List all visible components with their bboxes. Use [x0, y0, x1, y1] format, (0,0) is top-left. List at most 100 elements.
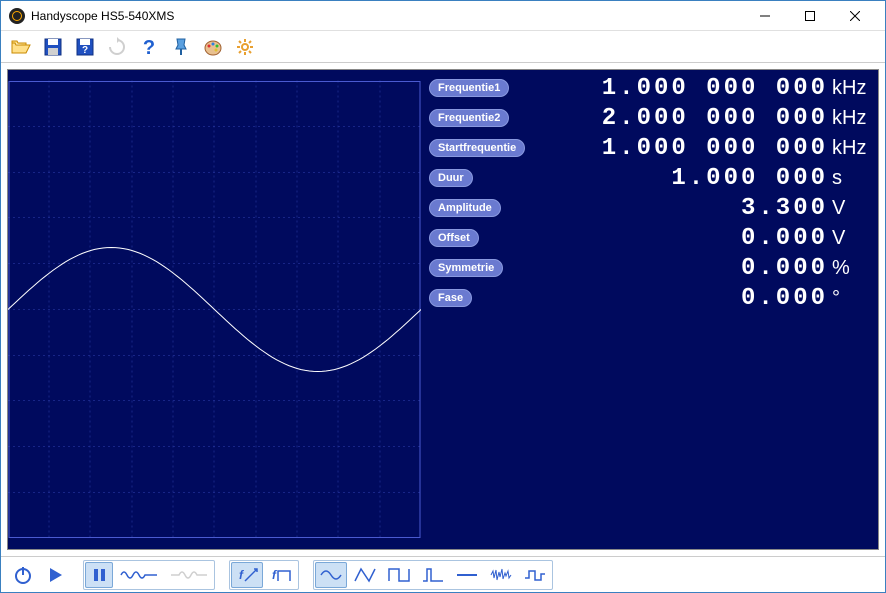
param-value-offset[interactable]: 0.000	[479, 225, 828, 252]
maximize-button[interactable]	[787, 2, 832, 30]
wave-pulse-button[interactable]	[417, 562, 449, 588]
wave-arb-button[interactable]	[519, 562, 551, 588]
svg-text:?: ?	[143, 37, 155, 57]
mode-fshift-icon: f	[269, 565, 293, 585]
gear-icon	[235, 37, 255, 57]
save-button[interactable]	[39, 33, 67, 61]
triangle-icon	[353, 566, 377, 584]
param-label-fase[interactable]: Fase	[429, 289, 472, 307]
folder-open-icon	[10, 37, 32, 57]
window-title: Handyscope HS5-540XMS	[31, 9, 742, 23]
param-offset: Offset 0.000 V	[429, 226, 870, 250]
param-value-symmetrie[interactable]: 0.000	[503, 255, 828, 282]
open-button[interactable]	[7, 33, 35, 61]
waveform-group	[313, 560, 553, 590]
param-duur: Duur 1.000 000 s	[429, 166, 870, 190]
palette-icon	[203, 37, 223, 57]
noise-icon	[489, 566, 513, 584]
top-toolbar: ? ?	[1, 31, 885, 63]
floppy-question-icon: ?	[75, 37, 95, 57]
mode-f-icon: f	[235, 565, 259, 585]
waveform-canvas	[8, 70, 421, 549]
param-label-duur[interactable]: Duur	[429, 169, 473, 187]
burst-icon	[119, 566, 159, 584]
param-unit-duur: s	[832, 167, 870, 190]
burst-group	[83, 560, 215, 590]
param-label-startfrequentie[interactable]: Startfrequentie	[429, 139, 525, 157]
pulse-icon	[421, 566, 445, 584]
param-value-fase[interactable]: 0.000	[472, 285, 828, 312]
svg-text:f: f	[239, 568, 244, 582]
dc-icon	[455, 566, 479, 584]
param-amplitude: Amplitude 3.300 V	[429, 196, 870, 220]
mode-fshift-button[interactable]: f	[265, 562, 297, 588]
pause-button[interactable]	[85, 562, 113, 588]
app-icon	[9, 8, 25, 24]
param-label-frequentie1[interactable]: Frequentie1	[429, 79, 509, 97]
burst-trigger-icon	[169, 566, 209, 584]
main-area: Frequentie1 1.000 000 000 kHz Frequentie…	[1, 63, 885, 556]
param-unit-frequentie1: kHz	[832, 77, 870, 100]
settings-button[interactable]	[231, 33, 259, 61]
param-unit-amplitude: V	[832, 197, 870, 220]
param-startfrequentie: Startfrequentie 1.000 000 000 kHz	[429, 136, 870, 160]
refresh-icon	[107, 37, 127, 57]
scope-panel: Frequentie1 1.000 000 000 kHz Frequentie…	[7, 69, 879, 550]
param-fase: Fase 0.000 °	[429, 286, 870, 310]
pin-icon	[171, 37, 191, 57]
param-label-frequentie2[interactable]: Frequentie2	[429, 109, 509, 127]
svg-text:?: ?	[82, 45, 88, 56]
param-unit-startfrequentie: kHz	[832, 137, 870, 160]
minimize-icon	[760, 11, 770, 21]
bottom-toolbar: f f	[1, 556, 885, 592]
minimize-button[interactable]	[742, 2, 787, 30]
wave-noise-button[interactable]	[485, 562, 517, 588]
help-button[interactable]: ?	[135, 33, 163, 61]
param-label-symmetrie[interactable]: Symmetrie	[429, 259, 503, 277]
burst-trigger-button[interactable]	[165, 562, 213, 588]
wave-sine-button[interactable]	[315, 562, 347, 588]
param-unit-frequentie2: kHz	[832, 107, 870, 130]
floppy-icon	[43, 37, 63, 57]
svg-text:f: f	[272, 568, 277, 582]
play-button[interactable]	[41, 562, 69, 588]
burst-button[interactable]	[115, 562, 163, 588]
param-unit-offset: V	[832, 227, 870, 250]
pin-button[interactable]	[167, 33, 195, 61]
refresh-button[interactable]	[103, 33, 131, 61]
param-unit-symmetrie: %	[832, 257, 870, 280]
play-icon	[45, 565, 65, 585]
param-unit-fase: °	[832, 287, 870, 310]
save-help-button[interactable]: ?	[71, 33, 99, 61]
power-button[interactable]	[9, 562, 37, 588]
param-symmetrie: Symmetrie 0.000 %	[429, 256, 870, 280]
wave-triangle-button[interactable]	[349, 562, 381, 588]
wave-dc-button[interactable]	[451, 562, 483, 588]
sine-icon	[319, 566, 343, 584]
square-icon	[387, 566, 411, 584]
maximize-icon	[805, 11, 815, 21]
mode-f-button[interactable]: f	[231, 562, 263, 588]
help-icon: ?	[139, 37, 159, 57]
param-frequentie2: Frequentie2 2.000 000 000 kHz	[429, 106, 870, 130]
window-controls	[742, 2, 877, 30]
power-icon	[13, 565, 33, 585]
param-frequentie1: Frequentie1 1.000 000 000 kHz	[429, 76, 870, 100]
param-value-amplitude[interactable]: 3.300	[501, 195, 828, 222]
mode-group: f f	[229, 560, 299, 590]
param-label-amplitude[interactable]: Amplitude	[429, 199, 501, 217]
parameters-panel: Frequentie1 1.000 000 000 kHz Frequentie…	[421, 70, 878, 549]
arbitrary-icon	[523, 566, 547, 584]
param-value-frequentie1[interactable]: 1.000 000 000	[509, 75, 828, 102]
param-value-frequentie2[interactable]: 2.000 000 000	[509, 105, 828, 132]
wave-square-button[interactable]	[383, 562, 415, 588]
waveform-display	[8, 70, 421, 549]
color-button[interactable]	[199, 33, 227, 61]
pause-icon	[90, 566, 108, 584]
titlebar: Handyscope HS5-540XMS	[1, 1, 885, 31]
param-value-startfrequentie[interactable]: 1.000 000 000	[525, 135, 828, 162]
param-value-duur[interactable]: 1.000 000	[473, 165, 828, 192]
close-icon	[850, 11, 860, 21]
close-button[interactable]	[832, 2, 877, 30]
param-label-offset[interactable]: Offset	[429, 229, 479, 247]
